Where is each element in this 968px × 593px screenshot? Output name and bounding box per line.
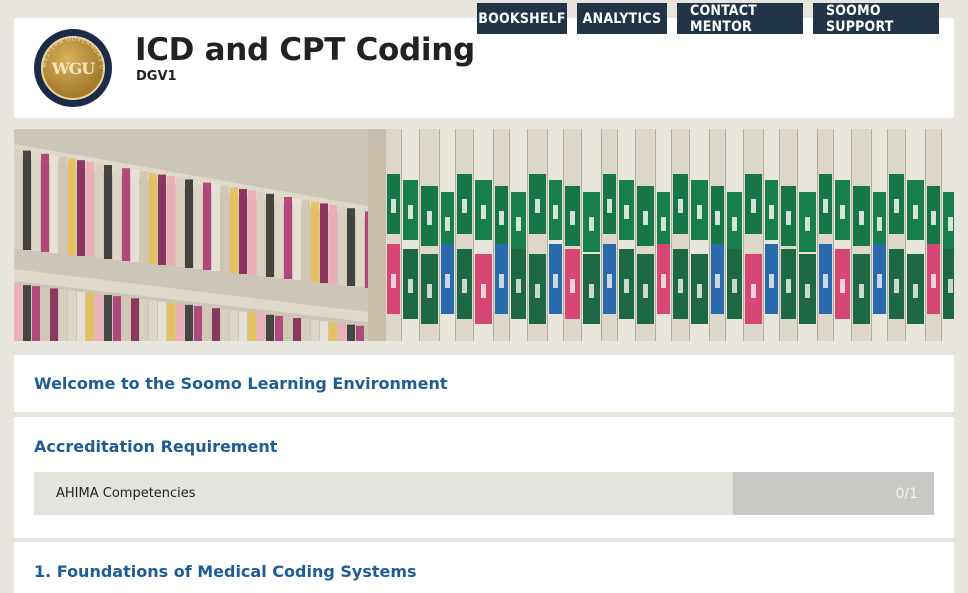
ahima-competencies-row[interactable]: AHIMA Competencies 0/1 (34, 472, 934, 515)
competency-progress: 0/1 (733, 472, 934, 515)
welcome-title[interactable]: Welcome to the Soomo Learning Environmen… (34, 374, 448, 393)
top-nav: BOOKSHELF ANALYTICS CONTACT MENTOR SOOMO… (477, 3, 939, 35)
seal-ring-text: WESTERN GOVERNORS UNIVERSITY (34, 29, 105, 70)
university-seal-logo: WESTERN GOVERNORS UNIVERSITY WGU (34, 29, 112, 107)
chapter-section[interactable]: 1. Foundations of Medical Coding Systems (14, 542, 954, 593)
svg-text:WESTERN GOVERNORS UNIVERSITY: WESTERN GOVERNORS UNIVERSITY (34, 29, 105, 70)
course-title: ICD and CPT Coding (135, 32, 475, 68)
file-shelf-illustration (14, 129, 954, 341)
accreditation-section: Accreditation Requirement AHIMA Competen… (14, 417, 954, 538)
accreditation-title[interactable]: Accreditation Requirement (34, 437, 277, 456)
contact-mentor-button[interactable]: CONTACT MENTOR (677, 3, 803, 35)
chapter-title[interactable]: 1. Foundations of Medical Coding Systems (34, 562, 417, 581)
banner-image (14, 129, 954, 341)
welcome-section[interactable]: Welcome to the Soomo Learning Environmen… (14, 355, 954, 412)
course-code: DGV1 (136, 69, 177, 84)
bookshelf-button[interactable]: BOOKSHELF (477, 3, 567, 34)
analytics-button[interactable]: ANALYTICS (577, 3, 667, 34)
competency-label: AHIMA Competencies (34, 472, 733, 515)
soomo-support-button[interactable]: SOOMO SUPPORT (813, 3, 939, 35)
